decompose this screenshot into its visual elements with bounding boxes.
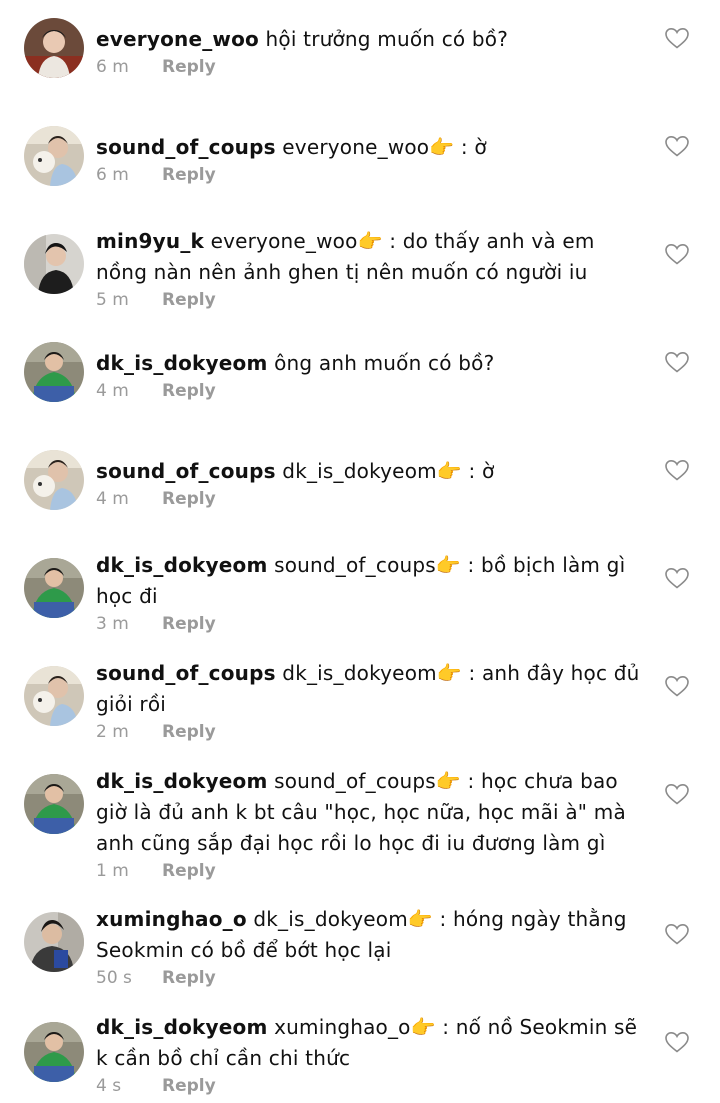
- comment-time: 3 m: [96, 614, 129, 634]
- comment-time: 5 m: [96, 290, 129, 310]
- avatar-xuminghao-o[interactable]: [24, 912, 84, 972]
- comment-username[interactable]: dk_is_dokyeom: [96, 553, 268, 577]
- comment-time: 50 s: [96, 968, 132, 988]
- comment-text: dk_is_dokyeom xuminghao_o👉 : nố nồ Seokm…: [96, 1012, 641, 1074]
- comment-time: 6 m: [96, 57, 129, 77]
- comment-text: everyone_woo hội trưởng muốn có bồ?: [96, 24, 641, 55]
- reply-button[interactable]: Reply: [162, 614, 216, 634]
- avatar-dk-is-dokyeom[interactable]: [24, 774, 84, 834]
- heart-outline-icon[interactable]: [664, 458, 690, 482]
- comment-message: ông anh muốn có bồ?: [274, 351, 495, 375]
- reply-button[interactable]: Reply: [162, 489, 216, 509]
- reply-button[interactable]: Reply: [162, 1076, 216, 1096]
- reply-button[interactable]: Reply: [162, 57, 216, 77]
- avatar-sound-of-coups[interactable]: [24, 666, 84, 726]
- reply-button[interactable]: Reply: [162, 290, 216, 310]
- comment-text: sound_of_coups dk_is_dokyeom👉 : ờ: [96, 456, 641, 487]
- heart-outline-icon[interactable]: [664, 566, 690, 590]
- avatar-sound-of-coups[interactable]: [24, 126, 84, 186]
- heart-outline-icon[interactable]: [664, 26, 690, 50]
- heart-outline-icon[interactable]: [664, 782, 690, 806]
- comment-username[interactable]: min9yu_k: [96, 229, 204, 253]
- avatar-everyone-woo[interactable]: [24, 18, 84, 78]
- comment-message: dk_is_dokyeom👉 : ờ: [282, 459, 495, 483]
- comment-username[interactable]: everyone_woo: [96, 27, 259, 51]
- comment-username[interactable]: sound_of_coups: [96, 661, 276, 685]
- comment-message: hội trưởng muốn có bồ?: [265, 27, 509, 51]
- comment-time: 4 s: [96, 1076, 122, 1096]
- comment-time: 4 m: [96, 489, 129, 509]
- comment-text: min9yu_k everyone_woo👉 : do thấy anh và …: [96, 226, 641, 288]
- reply-button[interactable]: Reply: [162, 381, 216, 401]
- reply-button[interactable]: Reply: [162, 165, 216, 185]
- comment-message: everyone_woo👉 : ờ: [282, 135, 487, 159]
- comment-username[interactable]: dk_is_dokyeom: [96, 1015, 268, 1039]
- comment-text: dk_is_dokyeom sound_of_coups👉 : học chưa…: [96, 766, 641, 859]
- comment-time: 2 m: [96, 722, 129, 742]
- comment-username[interactable]: dk_is_dokyeom: [96, 351, 268, 375]
- avatar-dk-is-dokyeom[interactable]: [24, 1022, 84, 1082]
- reply-button[interactable]: Reply: [162, 968, 216, 988]
- comment-time: 1 m: [96, 861, 129, 881]
- heart-outline-icon[interactable]: [664, 922, 690, 946]
- comment-text: dk_is_dokyeom ông anh muốn có bồ?: [96, 348, 641, 379]
- reply-button[interactable]: Reply: [162, 861, 216, 881]
- comment-time: 4 m: [96, 381, 129, 401]
- heart-outline-icon[interactable]: [664, 242, 690, 266]
- heart-outline-icon[interactable]: [664, 134, 690, 158]
- avatar-dk-is-dokyeom[interactable]: [24, 558, 84, 618]
- comment-time: 6 m: [96, 165, 129, 185]
- comment-username[interactable]: sound_of_coups: [96, 135, 276, 159]
- avatar-dk-is-dokyeom[interactable]: [24, 342, 84, 402]
- heart-outline-icon[interactable]: [664, 350, 690, 374]
- comment-username[interactable]: xuminghao_o: [96, 907, 247, 931]
- comment-text: sound_of_coups everyone_woo👉 : ờ: [96, 132, 641, 163]
- comment-text: dk_is_dokyeom sound_of_coups👉 : bồ bịch …: [96, 550, 641, 612]
- comment-text: xuminghao_o dk_is_dokyeom👉 : hóng ngày t…: [96, 904, 641, 966]
- heart-outline-icon[interactable]: [664, 674, 690, 698]
- comment-text: sound_of_coups dk_is_dokyeom👉 : anh đây …: [96, 658, 641, 720]
- comment-username[interactable]: sound_of_coups: [96, 459, 276, 483]
- avatar-sound-of-coups[interactable]: [24, 450, 84, 510]
- comment-username[interactable]: dk_is_dokyeom: [96, 769, 268, 793]
- heart-outline-icon[interactable]: [664, 1030, 690, 1054]
- reply-button[interactable]: Reply: [162, 722, 216, 742]
- avatar-min9yu-k[interactable]: [24, 234, 84, 294]
